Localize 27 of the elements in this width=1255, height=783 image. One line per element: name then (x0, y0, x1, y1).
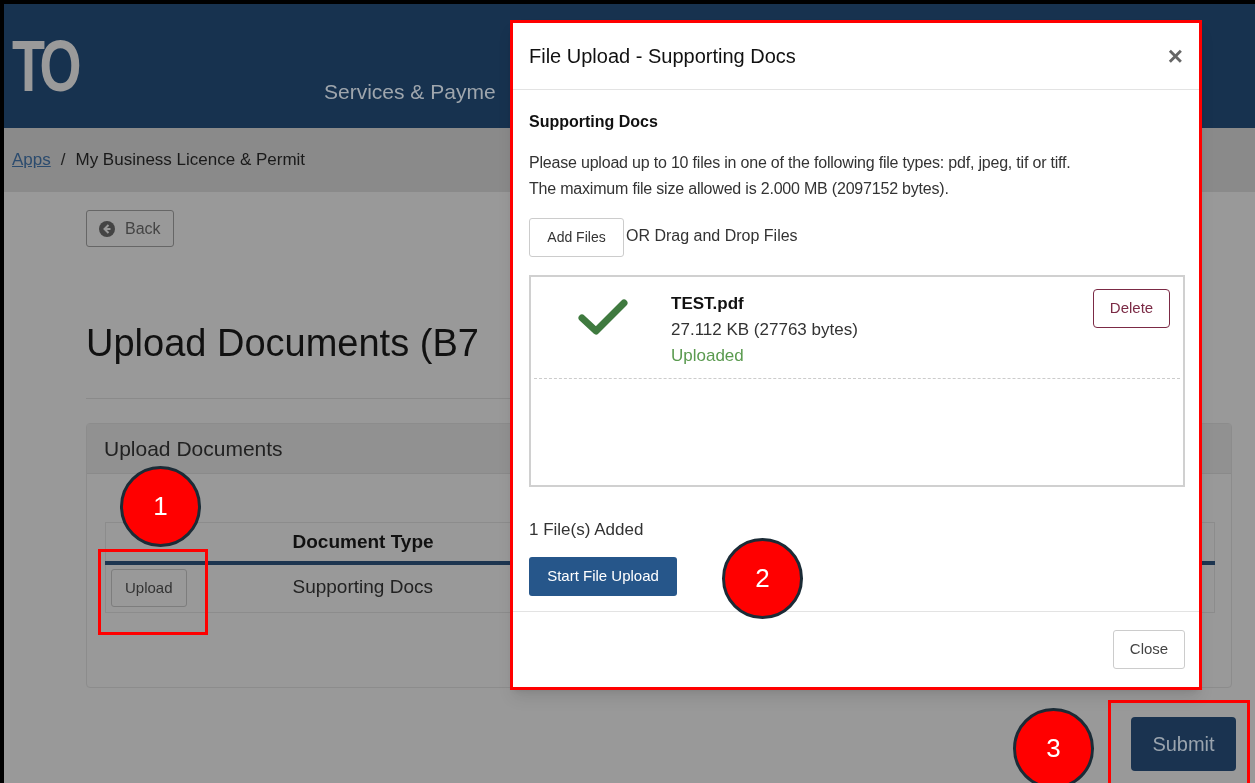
submit-button[interactable]: Submit (1131, 717, 1236, 771)
table-cell: Supporting Docs (292, 575, 433, 597)
add-files-button[interactable]: Add Files (529, 218, 624, 257)
drop-hint: OR Drag and Drop Files (626, 225, 798, 246)
dialog-title: File Upload - Supporting Docs (529, 44, 796, 69)
upload-button[interactable]: Upload (111, 569, 187, 608)
instructions-text: Please upload up to 10 files in one of the following file types: pdf, jpeg, tif or tiff. (529, 153, 1072, 173)
logo: TO (12, 30, 79, 102)
instructions-text: The maximum file size allowed is 2.000 MB (2097152 bytes). (529, 179, 950, 199)
card-title: Upload Documents (104, 435, 283, 462)
start-upload-button[interactable]: Start File Upload (529, 556, 677, 596)
arrow-left-icon (99, 220, 115, 237)
column-header: Document Type (292, 530, 434, 552)
breadcrumb-current: My Business Licence & Permit (75, 149, 306, 172)
close-button[interactable]: Close (1113, 630, 1185, 669)
back-button[interactable]: Back (86, 210, 174, 247)
delete-button[interactable]: Delete (1093, 289, 1170, 328)
file-status: Uploaded (671, 345, 745, 367)
step-marker: 1 (120, 466, 201, 547)
section-title: Supporting Docs (529, 112, 659, 132)
page-title: Upload Documents (B7 (86, 321, 479, 366)
file-size: 27.112 KB (27763 bytes) (671, 319, 858, 341)
breadcrumb-separator: / (60, 149, 66, 172)
file-name: TEST.pdf (671, 293, 745, 315)
header-title: Services & Payme (324, 79, 496, 106)
file-count: 1 File(s) Added (529, 519, 645, 541)
step-marker: 3 (1013, 708, 1094, 783)
